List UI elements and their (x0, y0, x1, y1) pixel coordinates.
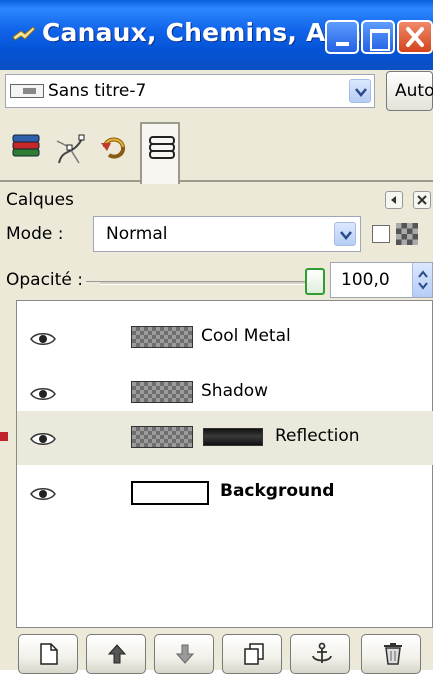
image-name: Sans titre-7 (48, 81, 147, 101)
layer-row-reflection[interactable]: Reflection (17, 411, 433, 465)
spin-buttons[interactable] (412, 263, 432, 297)
layer-list[interactable]: Cool Metal Shadow Reflection Background (16, 300, 433, 628)
mode-value: Normal (106, 224, 168, 244)
close-icon (406, 27, 424, 47)
tab-undo-history[interactable] (94, 124, 134, 180)
eye-icon[interactable] (30, 386, 56, 405)
triangle-left-icon (391, 196, 396, 204)
layer-thumbnail (131, 426, 193, 448)
new-page-icon (40, 643, 58, 665)
maximize-button[interactable] (361, 20, 395, 54)
panel-title: Calques (6, 190, 74, 210)
layer-row-background[interactable]: Background (17, 466, 433, 520)
layer-thumbnail (131, 326, 193, 348)
layer-name[interactable]: Background (220, 481, 334, 501)
duplicate-layer-button[interactable] (222, 634, 282, 674)
opacity-spinbox[interactable]: 100,0 (330, 262, 433, 298)
panel-menu-button[interactable] (385, 191, 403, 209)
dock-tabs (0, 112, 433, 184)
eye-icon[interactable] (30, 331, 56, 350)
layer-row-cool-metal[interactable]: Cool Metal (17, 311, 433, 365)
auto-button[interactable]: Auto (386, 71, 433, 111)
arrow-up-icon (107, 644, 127, 664)
mode-select[interactable]: Normal (93, 216, 361, 252)
layer-name[interactable]: Reflection (275, 426, 360, 446)
tab-layers-outline[interactable] (140, 122, 180, 184)
opacity-value: 100,0 (341, 270, 390, 290)
layers-stack-icon (12, 134, 40, 157)
layer-thumbnail (131, 481, 209, 505)
title-bar[interactable]: Canaux, Chemins, Ann... (0, 0, 433, 70)
minimize-button[interactable] (325, 20, 359, 54)
raise-layer-button[interactable] (86, 634, 146, 674)
alpha-checker-icon (396, 223, 418, 245)
layer-thumbnail (131, 381, 193, 403)
close-icon (417, 195, 427, 205)
mode-label: Mode : (6, 224, 64, 244)
image-thumbnail (10, 84, 44, 98)
layers-dialog-window: Canaux, Chemins, Ann... Sans titre-7 Aut… (0, 0, 433, 674)
opacity-slider-handle[interactable] (305, 268, 325, 295)
layer-name[interactable]: Shadow (201, 381, 268, 401)
duplicate-icon (244, 643, 264, 665)
eye-icon[interactable] (30, 431, 56, 450)
panel-close-button[interactable] (413, 191, 431, 209)
tab-paths[interactable] (50, 124, 90, 180)
layer-toolbar (16, 632, 433, 674)
trash-icon (384, 643, 402, 665)
tab-layers[interactable] (6, 124, 46, 180)
opacity-slider-track[interactable] (86, 281, 318, 285)
anchor-icon (312, 642, 332, 663)
undo-history-icon (101, 137, 126, 159)
delete-layer-button[interactable] (361, 634, 421, 674)
chevron-down-icon[interactable] (349, 79, 371, 103)
gimp-app-icon (11, 23, 37, 45)
lower-layer-button[interactable] (154, 634, 214, 674)
close-button[interactable] (397, 20, 433, 54)
drop-indicator (0, 432, 8, 441)
layer-mask-thumbnail[interactable] (203, 428, 263, 446)
spin-arrows-icon (418, 270, 428, 290)
image-selector-row: Sans titre-7 Auto (0, 70, 433, 112)
anchor-layer-button[interactable] (290, 634, 350, 674)
paths-icon (56, 134, 85, 164)
image-selector-combo[interactable]: Sans titre-7 (5, 74, 375, 108)
new-layer-button[interactable] (18, 634, 78, 674)
eye-icon[interactable] (30, 486, 56, 505)
chevron-down-icon[interactable] (334, 222, 356, 246)
opacity-label: Opacité : (6, 270, 83, 290)
arrow-down-icon (175, 644, 195, 664)
keep-transparency-checkbox[interactable] (372, 225, 390, 243)
layers-outline-icon (149, 136, 175, 159)
layer-name[interactable]: Cool Metal (201, 326, 291, 346)
